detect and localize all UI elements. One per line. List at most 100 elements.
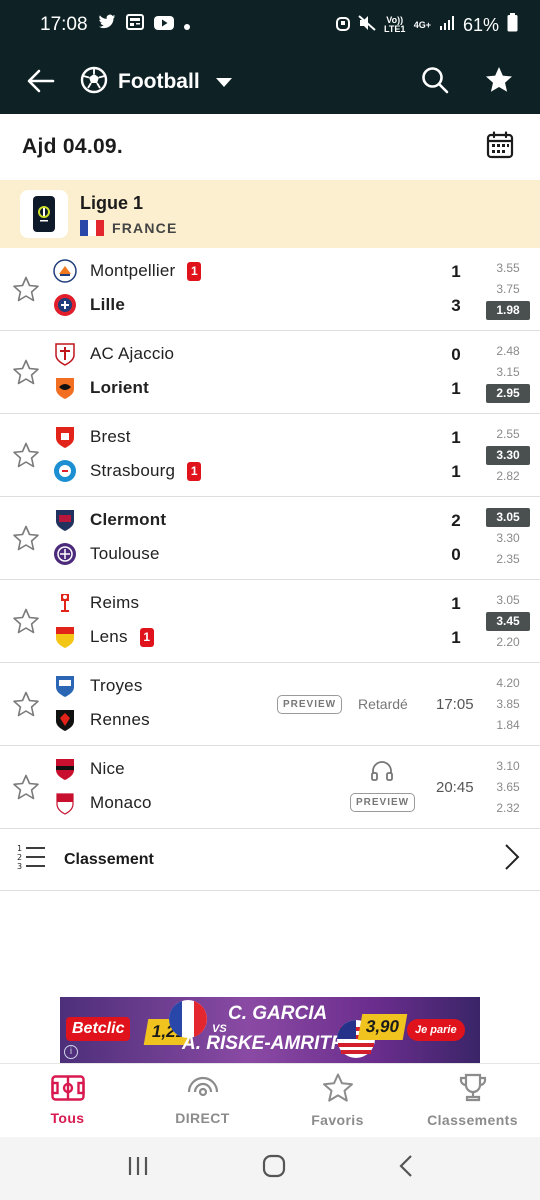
home-team-name: Brest bbox=[90, 427, 131, 446]
odd-away[interactable]: 2.95 bbox=[486, 384, 530, 403]
odd-away[interactable]: 2.32 bbox=[486, 799, 530, 818]
odd-draw[interactable]: 3.30 bbox=[486, 446, 530, 465]
chevron-down-icon bbox=[215, 77, 232, 87]
nav-classements[interactable]: Classements bbox=[405, 1064, 540, 1137]
france-flag-icon bbox=[80, 219, 104, 236]
odd-draw[interactable]: 3.75 bbox=[486, 280, 530, 299]
ajaccio-crest-icon bbox=[53, 342, 77, 366]
live-broadcast-icon bbox=[186, 1075, 220, 1104]
odd-draw[interactable]: 3.30 bbox=[486, 529, 530, 548]
news-icon bbox=[125, 14, 144, 36]
alarm-icon bbox=[335, 15, 350, 36]
odd-draw[interactable]: 3.45 bbox=[486, 612, 530, 631]
league-header[interactable]: Ligue 1 FRANCE bbox=[0, 180, 540, 248]
favorite-star-icon[interactable] bbox=[12, 690, 40, 718]
favorite-star-icon[interactable] bbox=[12, 358, 40, 386]
home-team-name: Clermont bbox=[90, 510, 167, 529]
away-score: 3 bbox=[451, 296, 461, 315]
football-icon bbox=[80, 66, 108, 99]
home-team-name: Reims bbox=[90, 593, 140, 612]
odd-away[interactable]: 2.20 bbox=[486, 633, 530, 652]
signal-icon bbox=[439, 15, 455, 36]
odd-home[interactable]: 3.05 bbox=[486, 508, 530, 527]
svg-text:2: 2 bbox=[17, 853, 22, 862]
odd-draw[interactable]: 3.65 bbox=[486, 778, 530, 797]
standings-link[interactable]: 123 Classement bbox=[0, 829, 540, 891]
match-row[interactable]: Montpellier 1 Lille 1 3 3.55 3.75 1.98 bbox=[0, 248, 540, 331]
match-row[interactable]: Brest Strasbourg 1 1 1 2.55 3.30 2.82 bbox=[0, 414, 540, 497]
clermont-crest-icon bbox=[53, 508, 77, 532]
odd-draw[interactable]: 3.85 bbox=[486, 695, 530, 714]
match-status: Retardé bbox=[358, 696, 408, 712]
brest-crest-icon bbox=[53, 425, 77, 449]
current-date: Ajd 04.09. bbox=[22, 135, 124, 158]
odds-column: 3.05 3.45 2.20 bbox=[486, 591, 530, 654]
odd-home[interactable]: 3.55 bbox=[486, 259, 530, 278]
odd-away[interactable]: 2.35 bbox=[486, 550, 530, 569]
odd-home[interactable]: 2.48 bbox=[486, 342, 530, 361]
ad-cta-button[interactable]: Je parie bbox=[407, 1019, 465, 1041]
favorite-star-icon[interactable] bbox=[12, 773, 40, 801]
away-score: 0 bbox=[451, 545, 461, 564]
odd-away[interactable]: 1.98 bbox=[486, 301, 530, 320]
nav-favoris[interactable]: Favoris bbox=[270, 1064, 405, 1137]
status-bar: 17:08 Vo)) LTE1 4G+ 61% bbox=[0, 0, 540, 50]
odd-away[interactable]: 2.82 bbox=[486, 467, 530, 486]
odd-home[interactable]: 4.20 bbox=[486, 674, 530, 693]
dot-icon bbox=[183, 14, 190, 36]
preview-badge[interactable]: PREVIEW bbox=[350, 793, 416, 812]
back-arrow-icon[interactable] bbox=[26, 66, 58, 98]
match-row[interactable]: Nice Monaco PREVIEW 20:45 3.10 3.65 2.32 bbox=[0, 746, 540, 829]
lorient-crest-icon bbox=[53, 376, 77, 400]
date-bar: Ajd 04.09. bbox=[0, 114, 540, 180]
league-logo bbox=[20, 190, 68, 238]
favorite-star-icon[interactable] bbox=[12, 275, 40, 303]
home-score: 1 bbox=[451, 262, 461, 281]
chevron-right-icon bbox=[504, 843, 520, 876]
odd-draw[interactable]: 3.15 bbox=[486, 363, 530, 382]
favorite-star-icon[interactable] bbox=[12, 607, 40, 635]
home-score: 2 bbox=[451, 511, 461, 530]
sport-title: Football bbox=[118, 70, 200, 93]
search-icon[interactable] bbox=[420, 65, 450, 100]
star-icon bbox=[321, 1073, 355, 1106]
away-score: 1 bbox=[451, 628, 461, 647]
red-card-badge: 1 bbox=[187, 461, 202, 481]
headphones-icon[interactable] bbox=[370, 760, 394, 787]
sport-selector[interactable]: Football bbox=[80, 66, 232, 99]
away-team-name: Strasbourg bbox=[90, 461, 176, 480]
home-team-name: AC Ajaccio bbox=[90, 344, 175, 363]
odd-away[interactable]: 1.84 bbox=[486, 716, 530, 735]
nav-direct[interactable]: DIRECT bbox=[135, 1064, 270, 1137]
odds-column: 2.48 3.15 2.95 bbox=[486, 342, 530, 405]
nav-tous[interactable]: Tous bbox=[0, 1064, 135, 1137]
strasbourg-crest-icon bbox=[53, 459, 77, 483]
favorites-star-icon[interactable] bbox=[484, 65, 514, 100]
recent-apps-icon[interactable] bbox=[126, 1155, 150, 1182]
favorite-star-icon[interactable] bbox=[12, 441, 40, 469]
home-icon[interactable] bbox=[262, 1154, 286, 1183]
match-row[interactable]: Troyes Rennes PREVIEW Retardé 17:05 4.20… bbox=[0, 663, 540, 746]
ad-player-1: C. GARCIA bbox=[228, 1003, 328, 1024]
twitter-icon bbox=[98, 14, 116, 36]
red-card-badge: 1 bbox=[187, 261, 202, 281]
favorite-star-icon[interactable] bbox=[12, 524, 40, 552]
rennes-crest-icon bbox=[53, 708, 77, 732]
bottom-nav: Tous DIRECT Favoris Classements bbox=[0, 1063, 540, 1137]
odd-home[interactable]: 2.55 bbox=[486, 425, 530, 444]
match-row[interactable]: Clermont Toulouse 2 0 3.05 3.30 2.35 bbox=[0, 497, 540, 580]
nav-tous-label: Tous bbox=[50, 1110, 85, 1126]
troyes-crest-icon bbox=[53, 674, 77, 698]
odd-home[interactable]: 3.05 bbox=[486, 591, 530, 610]
info-icon[interactable]: i bbox=[64, 1045, 78, 1059]
match-row[interactable]: AC Ajaccio Lorient 0 1 2.48 3.15 2.95 bbox=[0, 331, 540, 414]
match-row[interactable]: Reims Lens 1 1 1 3.05 3.45 2.20 bbox=[0, 580, 540, 663]
ad-banner[interactable]: Betclic 1,21 C. GARCIA VS A. RISKE-AMRIT… bbox=[60, 997, 480, 1063]
calendar-icon[interactable] bbox=[486, 130, 514, 164]
preview-badge[interactable]: PREVIEW bbox=[277, 695, 343, 714]
youtube-icon bbox=[153, 14, 174, 36]
reims-crest-icon bbox=[53, 591, 77, 615]
odd-home[interactable]: 3.10 bbox=[486, 757, 530, 776]
back-icon[interactable] bbox=[398, 1154, 414, 1183]
home-score: 1 bbox=[451, 594, 461, 613]
